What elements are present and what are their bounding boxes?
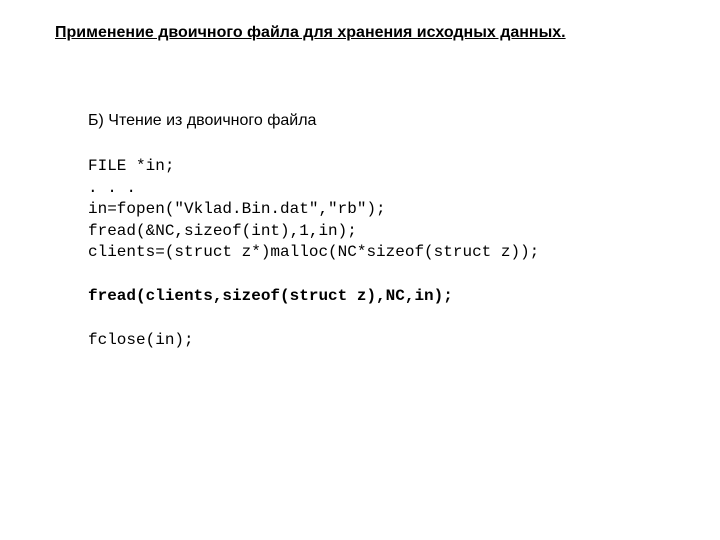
code-block-2: fclose(in);	[88, 330, 665, 352]
code-line: . . .	[88, 179, 136, 197]
code-line: clients=(struct z*)malloc(NC*sizeof(stru…	[88, 243, 539, 261]
code-block-1: FILE *in; . . . in=fopen("Vklad.Bin.dat"…	[88, 156, 665, 264]
code-line: FILE *in;	[88, 157, 174, 175]
code-line: fclose(in);	[88, 331, 194, 349]
page-title: Применение двоичного файла для хранения …	[55, 24, 665, 42]
code-block-emphasis: fread(clients,sizeof(struct z),NC,in);	[88, 286, 665, 308]
code-line: fread(&NC,sizeof(int),1,in);	[88, 222, 357, 240]
section-subtitle: Б) Чтение из двоичного файла	[88, 112, 665, 130]
code-line: fread(clients,sizeof(struct z),NC,in);	[88, 287, 453, 305]
page-content: Применение двоичного файла для хранения …	[0, 0, 720, 351]
code-line: in=fopen("Vklad.Bin.dat","rb");	[88, 200, 386, 218]
